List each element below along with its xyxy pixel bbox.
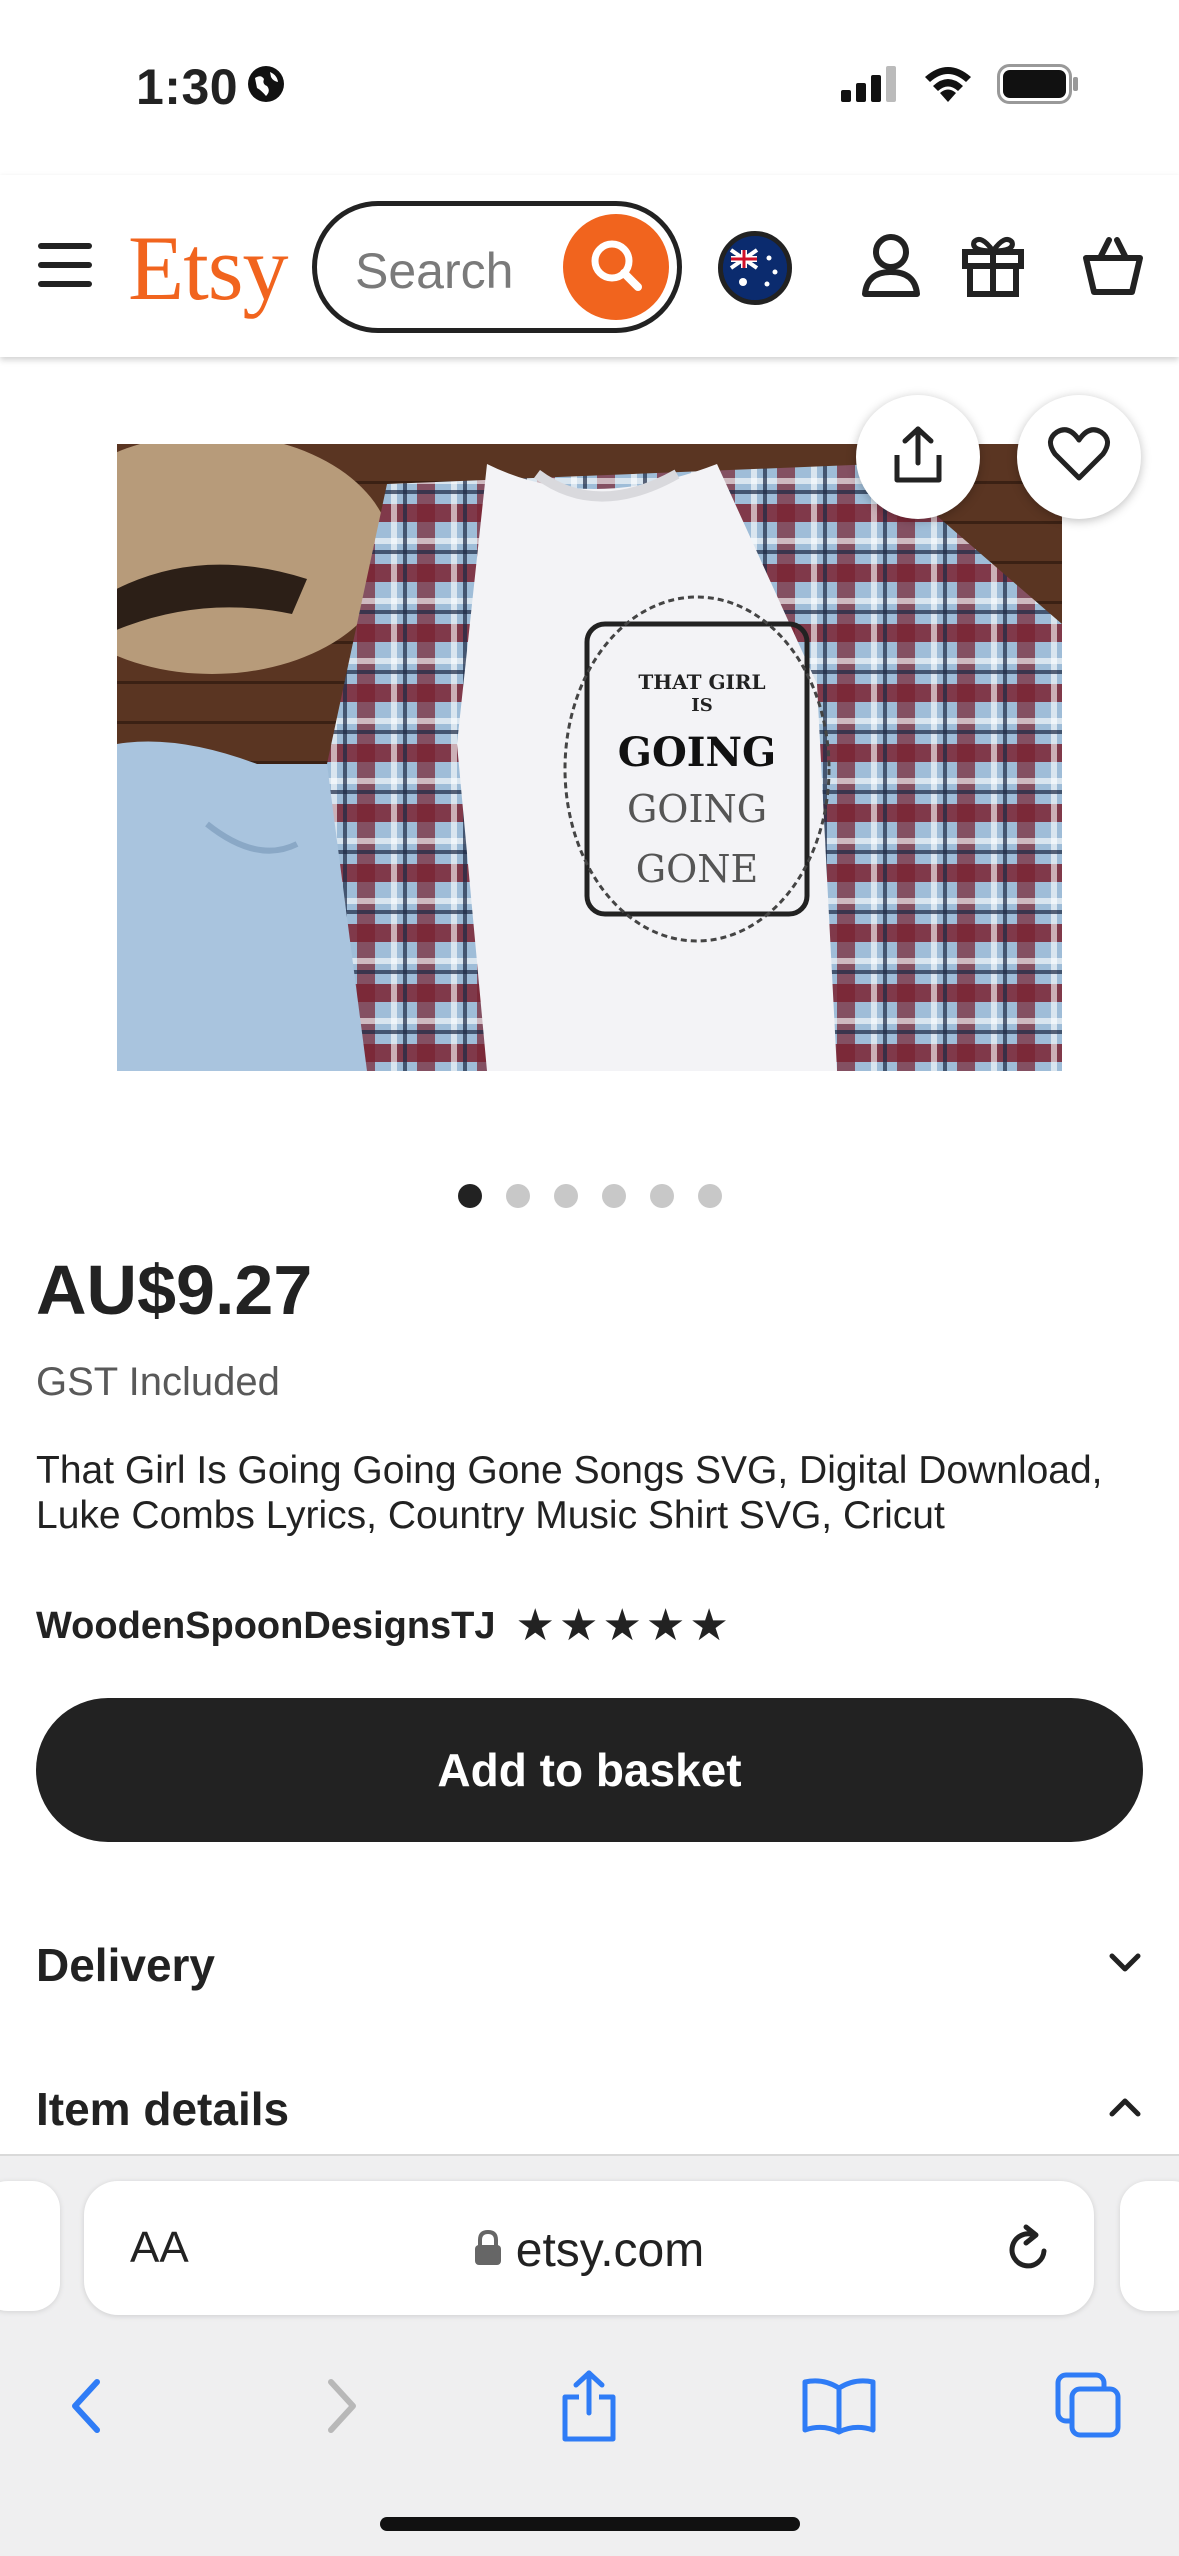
status-time-group: 1:30 [136, 58, 286, 116]
item-details-section-toggle[interactable]: Item details [36, 2082, 1143, 2136]
add-to-basket-button[interactable]: Add to basket [36, 1698, 1143, 1842]
status-time: 1:30 [136, 59, 239, 115]
url-text: etsy.com [515, 2224, 705, 2277]
forward-icon[interactable] [296, 2361, 386, 2451]
battery-icon [997, 64, 1079, 109]
australia-flag-icon[interactable] [718, 231, 792, 305]
gift-icon[interactable] [958, 227, 1028, 303]
carousel-dot[interactable] [697, 1184, 722, 1208]
etsy-logo[interactable]: Etsy [128, 215, 289, 321]
star-icon: ★ [515, 1601, 555, 1650]
product-image-carousel[interactable]: THAT GIRL IS GOING GOING GONE [0, 357, 1179, 1137]
shirt-text-line-4: GOING [627, 787, 767, 831]
browser-toolbar: AA etsy.com [0, 2154, 1179, 2556]
delivery-label: Delivery [36, 1939, 216, 1991]
shop-row: WoodenSpoonDesignsTJ ★ ★ ★ ★ ★ [36, 1604, 729, 1648]
account-icon[interactable] [856, 227, 926, 303]
heart-icon [1047, 426, 1111, 489]
share-button[interactable] [856, 395, 980, 519]
browser-share-icon[interactable] [544, 2361, 634, 2451]
product-image[interactable]: THAT GIRL IS GOING GOING GONE [117, 444, 1062, 1071]
url-display[interactable]: etsy.com [84, 2223, 1094, 2278]
safari-toolbar [0, 2351, 1179, 2461]
globe-icon [246, 58, 286, 116]
star-icon: ★ [602, 1601, 642, 1650]
shirt-text-line-5: GONE [636, 847, 759, 891]
product-price: AU$9.27 [36, 1251, 313, 1329]
carousel-dot[interactable] [505, 1184, 530, 1208]
item-details-label: Item details [36, 2083, 290, 2135]
shop-name-link[interactable]: WoodenSpoonDesignsTJ [36, 1605, 496, 1648]
search-icon [586, 235, 646, 300]
status-bar: 1:30 [0, 0, 1179, 175]
status-icons [841, 64, 1079, 109]
chevron-up-icon [1107, 2095, 1143, 2124]
carousel-dots [0, 1184, 1179, 1208]
previous-tab-preview[interactable] [0, 2181, 60, 2311]
lock-icon [474, 2223, 502, 2278]
tax-note: GST Included [36, 1360, 280, 1404]
cellular-signal-icon [841, 66, 899, 107]
favorite-button[interactable] [1017, 395, 1141, 519]
shirt-text-line-2: IS [691, 695, 712, 716]
bookmarks-icon[interactable] [794, 2361, 884, 2451]
home-indicator[interactable] [380, 2517, 800, 2531]
product-title: That Girl Is Going Going Gone Songs SVG,… [36, 1449, 1103, 1537]
carousel-dot[interactable] [601, 1184, 626, 1208]
site-header: Etsy Search [0, 175, 1179, 357]
reload-icon[interactable] [1004, 2221, 1054, 2280]
back-icon[interactable] [42, 2361, 132, 2451]
chevron-down-icon [1107, 1951, 1143, 1980]
carousel-dot[interactable] [457, 1184, 482, 1208]
share-icon [891, 425, 945, 490]
search-placeholder: Search [355, 243, 514, 299]
shirt-text-line-3: GOING [618, 729, 776, 776]
wifi-icon [921, 64, 975, 109]
rating-stars[interactable]: ★ ★ ★ ★ ★ [516, 1604, 729, 1648]
carousel-dot[interactable] [649, 1184, 674, 1208]
star-icon: ★ [689, 1601, 729, 1650]
star-icon: ★ [645, 1601, 686, 1650]
star-icon: ★ [558, 1601, 599, 1650]
next-tab-preview[interactable] [1120, 2181, 1179, 2311]
delivery-section-toggle[interactable]: Delivery [36, 1938, 1143, 1992]
carousel-dot[interactable] [553, 1184, 578, 1208]
search-button[interactable] [563, 214, 669, 320]
tabs-icon[interactable] [1044, 2361, 1134, 2451]
address-bar[interactable]: AA etsy.com [84, 2181, 1094, 2315]
menu-icon[interactable] [38, 243, 92, 287]
shirt-text-line-1: THAT GIRL [638, 670, 765, 694]
basket-icon[interactable] [1078, 227, 1148, 303]
search-input[interactable]: Search [312, 201, 682, 333]
